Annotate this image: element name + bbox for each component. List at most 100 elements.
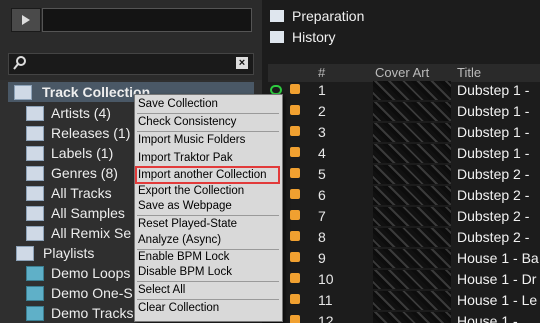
preview-player-field[interactable] [42,8,252,32]
cover-art [373,102,451,121]
cover-art [373,312,451,323]
cover-art [373,144,451,163]
table-row[interactable]: 8 Dubstep 2 - [268,227,540,248]
tree-item-label: Genres (8) [51,165,118,181]
favorite-preparation[interactable]: Preparation [268,6,540,26]
track-title: Dubstep 2 - [457,166,530,182]
track-number: 1 [318,82,326,98]
tree-item-label: Releases (1) [51,125,131,141]
lock-icon [290,189,300,199]
track-title: Dubstep 1 - [457,145,530,161]
track-title: Dubstep 2 - [457,187,530,203]
track-title: Dubstep 2 - [457,208,530,224]
tree-item-label: All Samples [51,205,125,221]
track-number: 6 [318,187,326,203]
track-title: House 1 - Ba [457,250,539,266]
track-number: 4 [318,145,326,161]
folder-icon [270,31,284,43]
tree-item-label: Demo Loops [51,265,131,281]
cover-art [373,165,451,184]
menu-item-export-collection[interactable]: Export the Collection [138,183,278,199]
cover-art [373,186,451,205]
folder-icon [26,106,44,121]
track-title: House 1 - ... [457,313,534,323]
tree-item-label: Artists (4) [51,105,111,121]
lock-icon [290,147,300,157]
menu-item-check-consistency[interactable]: Check Consistency [138,114,278,130]
track-title: House 1 - Le [457,292,538,308]
folder-icon [26,226,44,241]
tree-item-label: All Tracks [51,185,112,201]
folder-icon [26,186,44,201]
menu-item-save-as-webpage[interactable]: Save as Webpage [138,198,278,214]
favorite-history[interactable]: History [268,27,540,47]
cover-art [373,249,451,268]
track-title: Dubstep 1 - [457,124,530,140]
cover-art [373,81,451,100]
menu-item-save-collection[interactable]: Save Collection [138,96,278,112]
table-row[interactable]: 4 Dubstep 1 - [268,143,540,164]
cover-art [373,291,451,310]
table-row[interactable]: 7 Dubstep 2 - [268,206,540,227]
table-row[interactable]: 2 Dubstep 1 - [268,101,540,122]
cover-art [373,270,451,289]
tree-item-label: Demo Tracks [51,305,134,321]
table-row[interactable]: 10 House 1 - Dr [268,269,540,290]
lock-icon [290,231,300,241]
track-number: 7 [318,208,326,224]
folder-icon [26,146,44,161]
preview-play-button[interactable] [11,8,41,32]
tree-item-label: Demo One-S [51,285,133,301]
track-number: 2 [318,103,326,119]
menu-item-disable-bpm-lock[interactable]: Disable BPM Lock [138,264,278,280]
track-number: 12 [318,313,334,323]
track-collection-icon [14,85,32,100]
folder-icon [26,126,44,141]
lock-icon [290,105,300,115]
tree-item-label: All Remix Se [51,225,132,241]
table-row[interactable]: 12 House 1 - ... [268,311,540,323]
table-row[interactable]: 3 Dubstep 1 - [268,122,540,143]
folder-icon [26,166,44,181]
lock-icon [290,294,300,304]
track-title: House 1 - Dr [457,271,537,287]
menu-item-clear-collection[interactable]: Clear Collection [138,300,278,316]
track-number: 11 [318,292,333,308]
menu-item-import-traktor-pak[interactable]: Import Traktor Pak [138,150,278,166]
menu-item-analyze-async[interactable]: Analyze (Async) [138,232,278,248]
lock-icon [290,84,300,94]
track-title: Dubstep 1 - [457,103,530,119]
table-row[interactable]: 5 Dubstep 2 - [268,164,540,185]
lock-icon [290,168,300,178]
track-title: Dubstep 1 - [457,82,530,98]
tree-item-label: Labels (1) [51,145,114,161]
menu-item-enable-bpm-lock[interactable]: Enable BPM Lock [138,249,278,265]
search-icon[interactable] [12,55,28,71]
tree-item-label: Playlists [43,245,95,261]
playlist-icon [26,286,44,301]
table-row[interactable]: 9 House 1 - Ba [268,248,540,269]
table-row[interactable]: 1 Dubstep 1 - [268,80,540,101]
lock-icon [290,126,300,136]
cover-art [373,123,451,142]
clear-search-icon[interactable]: × [236,57,248,69]
search-input[interactable] [8,53,254,75]
track-number: 5 [318,166,326,182]
menu-item-select-all[interactable]: Select All [138,282,278,298]
playlist-icon [26,266,44,281]
menu-item-reset-played-state[interactable]: Reset Played-State [138,216,278,232]
table-row[interactable]: 6 Dubstep 2 - [268,185,540,206]
track-number: 3 [318,124,326,140]
cover-art [373,207,451,226]
cover-art [373,228,451,247]
playlists-folder-icon [16,246,34,261]
lock-icon [290,273,300,283]
lock-icon [290,210,300,220]
favorite-label: History [292,29,336,45]
home-icon [270,10,284,22]
folder-icon [26,206,44,221]
menu-item-import-music-folders[interactable]: Import Music Folders [138,132,278,148]
track-title: Dubstep 2 - [457,229,530,245]
track-number: 8 [318,229,326,245]
table-row[interactable]: 11 House 1 - Le [268,290,540,311]
